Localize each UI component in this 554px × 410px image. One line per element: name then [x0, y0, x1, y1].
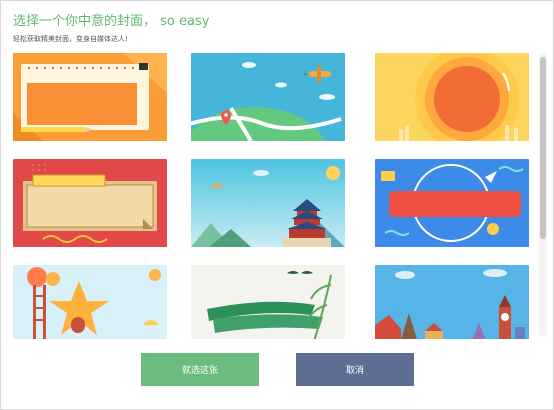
cover-thumbnail-landmarks[interactable] — [375, 265, 529, 339]
scrollbar[interactable] — [539, 53, 547, 337]
cover-thumbnail-green-brushstroke[interactable] — [191, 265, 345, 339]
scrollbar-thumb[interactable] — [540, 57, 546, 239]
cover-grid — [13, 53, 535, 339]
dialog-title: 选择一个你中意的封面， so easy — [13, 14, 210, 29]
cover-picker-dialog: 选择一个你中意的封面， so easy 轻松获取精美封面，变身自媒体达人! 就选… — [0, 0, 554, 410]
cover-thumbnail-orange-sun[interactable] — [375, 53, 529, 141]
cover-thumbnail-orange-notepad[interactable] — [13, 53, 167, 141]
dialog-subtitle: 轻松获取精美封面，变身自媒体达人! — [13, 35, 128, 43]
cancel-button[interactable]: 取消 — [296, 353, 414, 386]
confirm-button[interactable]: 就选这张 — [141, 353, 259, 386]
cover-thumbnail-red-banner[interactable] — [13, 159, 167, 247]
cover-thumbnail-star-house[interactable] — [13, 265, 167, 339]
cover-thumbnail-temple-of-heaven[interactable] — [191, 159, 345, 247]
cover-thumbnail-blue-circle[interactable] — [375, 159, 529, 247]
cover-thumbnail-map-airplane[interactable] — [191, 53, 345, 141]
